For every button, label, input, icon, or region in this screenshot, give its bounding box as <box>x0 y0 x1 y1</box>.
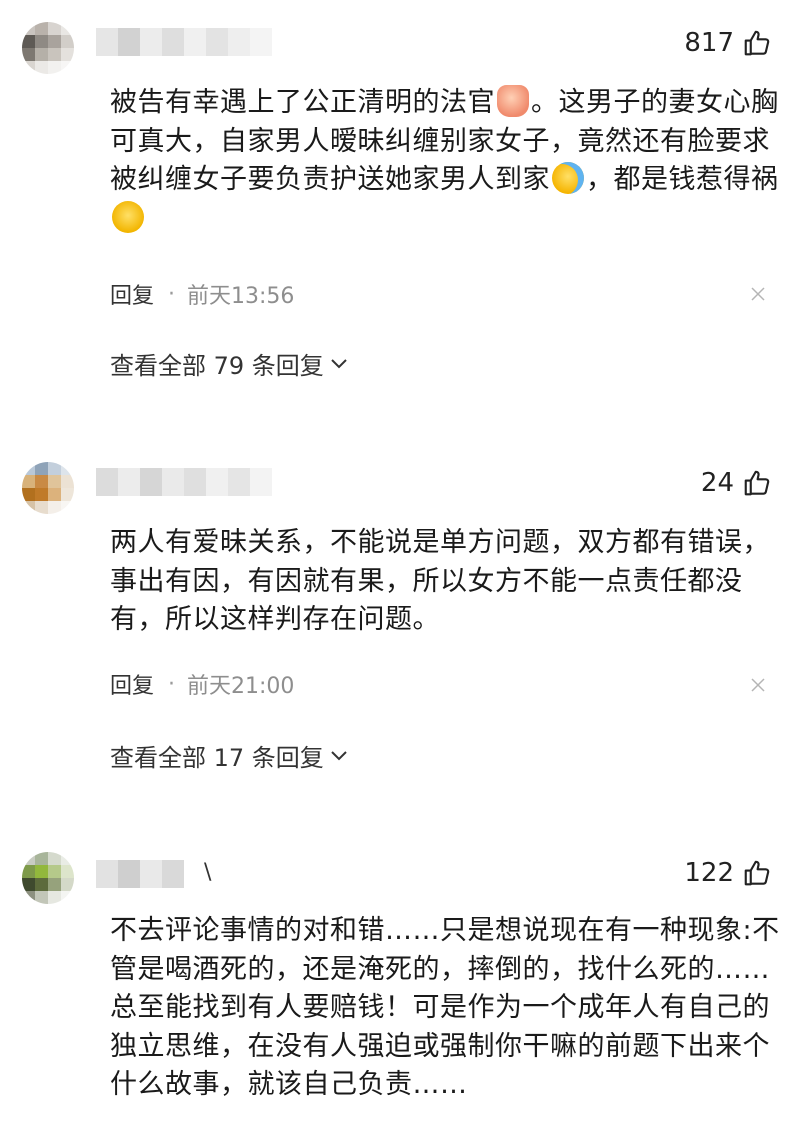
timestamp: 前天21:00 <box>187 674 295 699</box>
avatar[interactable] <box>22 462 74 514</box>
comment-meta: 回复 · 前天13:56 <box>110 278 294 310</box>
thumbs-up-emoji-icon <box>497 85 529 117</box>
close-icon[interactable] <box>750 677 766 693</box>
like-count[interactable]: 24 <box>701 468 772 498</box>
username-blurred[interactable] <box>96 468 272 496</box>
thumbs-up-icon[interactable] <box>742 468 772 498</box>
smirk-emoji-icon <box>112 200 144 233</box>
timestamp: 前天13:56 <box>187 284 295 309</box>
separator-dot: · <box>168 671 176 697</box>
chevron-down-icon <box>331 358 347 368</box>
separator-dot: · <box>168 281 176 307</box>
view-all-replies-button[interactable]: 查看全部 17 条回复 <box>110 738 348 773</box>
avatar[interactable] <box>22 22 74 74</box>
close-icon[interactable] <box>750 286 766 302</box>
like-count-label: 817 <box>684 28 734 58</box>
thumbs-up-icon[interactable] <box>742 28 772 58</box>
like-count[interactable]: 817 <box>684 28 772 58</box>
like-count-label: 24 <box>700 468 734 498</box>
thumbs-up-icon[interactable] <box>742 858 772 888</box>
view-all-replies-label: 查看全部 79 条回复 <box>110 352 324 380</box>
chevron-down-icon <box>331 750 347 760</box>
comment-text: 不去评论事情的对和错……只是想说现在有一种现象:不管是喝酒死的，还是淹死的，摔倒… <box>110 915 780 1100</box>
avatar[interactable] <box>22 852 74 904</box>
laughing-crying-emoji-icon <box>552 162 584 194</box>
like-count[interactable]: 122 <box>684 858 772 888</box>
view-all-replies-label: 查看全部 17 条回复 <box>110 744 324 772</box>
comment-text-part: ，都是钱惹得祸 <box>586 164 779 195</box>
reply-button[interactable]: 回复 <box>110 278 154 310</box>
comment-text: 两人有爱昧关系，不能说是单方问题，双方都有错误，事出有因，有因就有果，所以女方不… <box>110 527 770 635</box>
like-count-label: 122 <box>684 858 734 888</box>
view-all-replies-button[interactable]: 查看全部 79 条回复 <box>110 346 348 381</box>
reply-button[interactable]: 回复 <box>110 668 154 700</box>
username-blurred[interactable] <box>96 860 184 888</box>
comment-text-part: 被告有幸遇上了公正清明的法官 <box>110 87 495 118</box>
username-blurred[interactable] <box>96 28 272 56</box>
comment-text: 被告有幸遇上了公正清明的法官 。这男子的妻女心胸可真大，自家男人暧昧纠缠别家女子，… <box>110 84 780 238</box>
comment-meta: 回复 · 前天21:00 <box>110 668 294 700</box>
username-tail: \ <box>204 860 212 885</box>
